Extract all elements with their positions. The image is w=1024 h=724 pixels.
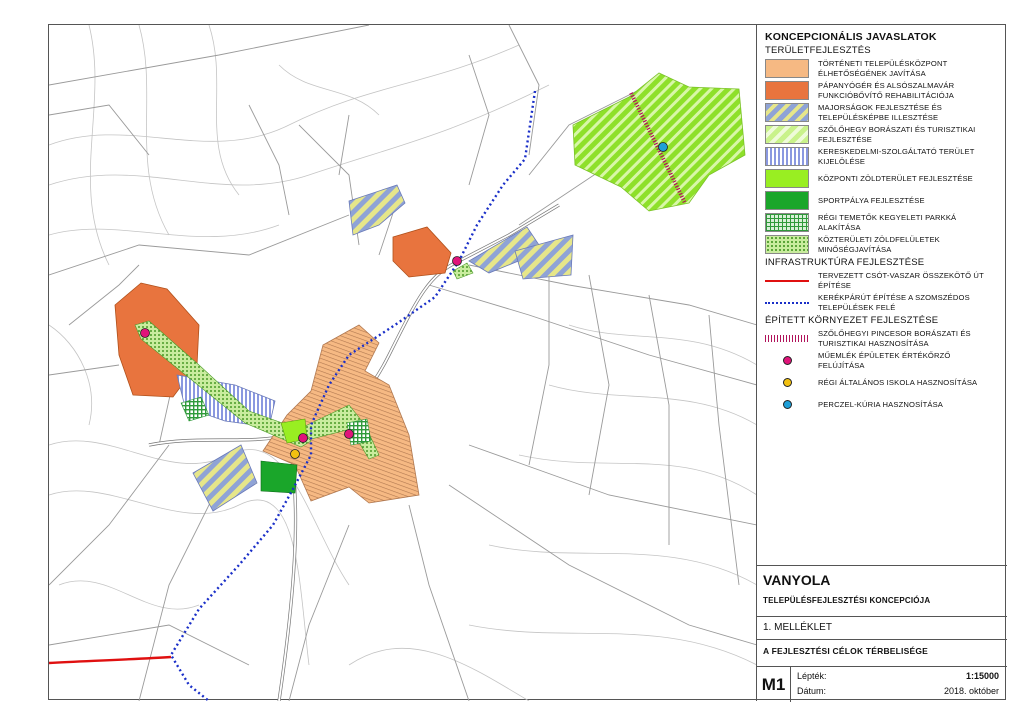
monument-marker [298, 433, 308, 443]
settlement-name: VANYOLA [763, 572, 831, 588]
tick-line-swatch [765, 329, 809, 348]
grid-green-swatch [765, 213, 809, 232]
legend-item: KÖZPONTI ZÖLDTERÜLET FEJLESZTÉSE [765, 169, 999, 188]
legend-item: MAJORSÁGOK FEJLESZTÉSE ÉS TELEPÜLÉSKÉPBE… [765, 103, 999, 122]
legend-item-label: SPORTPÁLYA FEJLESZTÉSE [818, 195, 925, 205]
goal-title: A FEJLESZTÉSI CÉLOK TÉRBELISÉGE [757, 639, 1007, 662]
scale-label: Lépték: [797, 671, 827, 681]
legend-item: RÉGI TEMETŐK KEGYELETI PARKKÁ ALAKÍTÁSA [765, 213, 999, 232]
green-swatch [765, 191, 809, 210]
scale-value: 1:15000 [965, 671, 999, 681]
legend-item: RÉGI ÁLTALÁNOS ISKOLA HASZNOSÍTÁSA [765, 373, 999, 392]
dots-green-swatch [765, 235, 809, 254]
orange-dark-swatch [765, 81, 809, 100]
legend-item-label: RÉGI ÁLTALÁNOS ISKOLA HASZNOSÍTÁSA [818, 377, 978, 387]
magenta-point-icon [765, 351, 809, 370]
legend-item: PÁPANYÓGÉR ÉS ALSÓSZALMAVÁR FUNKCIÓBŐVÍT… [765, 81, 999, 100]
yellow-point-icon [765, 373, 809, 392]
annex-label: 1. MELLÉKLET [757, 616, 1007, 638]
legend-item-label: PERCZEL-KÚRIA HASZNOSÍTÁSA [818, 399, 944, 409]
planned-road-csot-vaszar [49, 655, 172, 665]
sheet-code: M1 [757, 667, 791, 702]
blue-yellow-stripe-swatch [765, 103, 809, 122]
legend-item-label: TERVEZETT CSÓT-VASZAR ÖSSZEKÖTŐ ÚT ÉPÍTÉ… [818, 271, 984, 290]
blue-vstripe-swatch [765, 147, 809, 166]
legend-item-label: PÁPANYÓGÉR ÉS ALSÓSZALMAVÁR FUNKCIÓBŐVÍT… [818, 81, 955, 100]
legend-item: TERVEZETT CSÓT-VASZAR ÖSSZEKÖTŐ ÚT ÉPÍTÉ… [765, 271, 999, 290]
light-green-stripe-swatch [765, 125, 809, 144]
blue-dotted-line-swatch [765, 293, 809, 312]
legend-item: MŰEMLÉK ÉPÜLETEK ÉRTÉKŐRZŐ FELÚJÍTÁSA [765, 351, 999, 370]
legend-section-title: TERÜLETFEJLESZTÉS [765, 45, 871, 56]
legend-item-label: MŰEMLÉK ÉPÜLETEK ÉRTÉKŐRZŐ FELÚJÍTÁSA [818, 351, 951, 370]
monument-marker [140, 328, 150, 338]
map-canvas[interactable] [49, 25, 757, 701]
sports-field[interactable] [260, 460, 298, 494]
legend-item-label: KERÉKPÁRÚT ÉPÍTÉSE A SZOMSZÉDOS TELEPÜLÉ… [818, 293, 970, 312]
scale-date-row: M1 Lépték: 1:15000 Dátum: 2018. október [757, 666, 1007, 702]
legend-item-label: SZŐLŐHEGYI PINCESOR BORÁSZATI ÉS TURISZT… [818, 329, 971, 348]
legend-item: SPORTPÁLYA FEJLESZTÉSE [765, 191, 999, 210]
legend-item: KERESKEDELMI-SZOLGÁLTATÓ TERÜLET KIJELÖL… [765, 147, 999, 166]
legend-item: TÖRTÉNETI TELEPÜLÉSKÖZPONT ÉLHETŐSÉGÉNEK… [765, 59, 999, 78]
legend-section-title: ÉPÍTETT KÖRNYEZET FEJLESZTÉSE [765, 315, 939, 326]
perczel-curia-marker[interactable] [658, 142, 668, 152]
side-panel: KONCEPCIONÁLIS JAVASLATOK TERÜLETFEJLESZ… [757, 25, 1007, 702]
date-value: 2018. október [943, 686, 999, 696]
legend-section-title: INFRASTRUKTÚRA FEJLESZTÉSE [765, 257, 925, 268]
rehabilitation-areas[interactable] [114, 226, 452, 398]
vineyard-area[interactable] [572, 72, 746, 212]
cyan-point-icon [765, 395, 809, 414]
legend-title: KONCEPCIONÁLIS JAVASLATOK [765, 31, 937, 43]
red-line-swatch [765, 271, 809, 290]
legend-item-label: KERESKEDELMI-SZOLGÁLTATÓ TERÜLET KIJELÖL… [818, 147, 975, 166]
legend-item-label: RÉGI TEMETŐK KEGYELETI PARKKÁ ALAKÍTÁSA [818, 213, 957, 232]
date-label: Dátum: [797, 686, 827, 696]
legend-item-label: TÖRTÉNETI TELEPÜLÉSKÖZPONT ÉLHETŐSÉGÉNEK… [818, 59, 948, 78]
legend-item-label: MAJORSÁGOK FEJLESZTÉSE ÉS TELEPÜLÉSKÉPBE… [818, 103, 943, 122]
map-svg [49, 25, 756, 701]
legend-item-label: KÖZPONTI ZÖLDTERÜLET FEJLESZTÉSE [818, 173, 973, 183]
old-school-marker[interactable] [290, 449, 300, 459]
legend: KONCEPCIONÁLIS JAVASLATOK TERÜLETFEJLESZ… [757, 25, 1007, 565]
legend-item: SZŐLŐHEGYI PINCESOR BORÁSZATI ÉS TURISZT… [765, 329, 999, 348]
legend-item: SZŐLŐHEGY BORÁSZATI ÉS TURISZTIKAI FEJLE… [765, 125, 999, 144]
legend-item-label: KÖZTERÜLETI ZÖLDFELÜLETEK MINŐSÉGJAVÍTÁS… [818, 235, 940, 254]
legend-item: KERÉKPÁRÚT ÉPÍTÉSE A SZOMSZÉDOS TELEPÜLÉ… [765, 293, 999, 312]
title-block: VANYOLA TELEPÜLÉSFEJLESZTÉSI KONCEPCIÓJA… [757, 565, 1007, 702]
monument-marker [452, 256, 462, 266]
legend-item: KÖZTERÜLETI ZÖLDFELÜLETEK MINŐSÉGJAVÍTÁS… [765, 235, 999, 254]
orange-light-swatch [765, 59, 809, 78]
legend-item: PERCZEL-KÚRIA HASZNOSÍTÁSA [765, 395, 999, 414]
plan-subtitle: TELEPÜLÉSFEJLESZTÉSI KONCEPCIÓJA [763, 596, 931, 605]
legend-item-label: SZŐLŐHEGY BORÁSZATI ÉS TURISZTIKAI FEJLE… [818, 125, 976, 144]
lime-swatch [765, 169, 809, 188]
map-sheet: KONCEPCIONÁLIS JAVASLATOK TERÜLETFEJLESZ… [48, 24, 1007, 702]
monument-marker [344, 429, 354, 439]
